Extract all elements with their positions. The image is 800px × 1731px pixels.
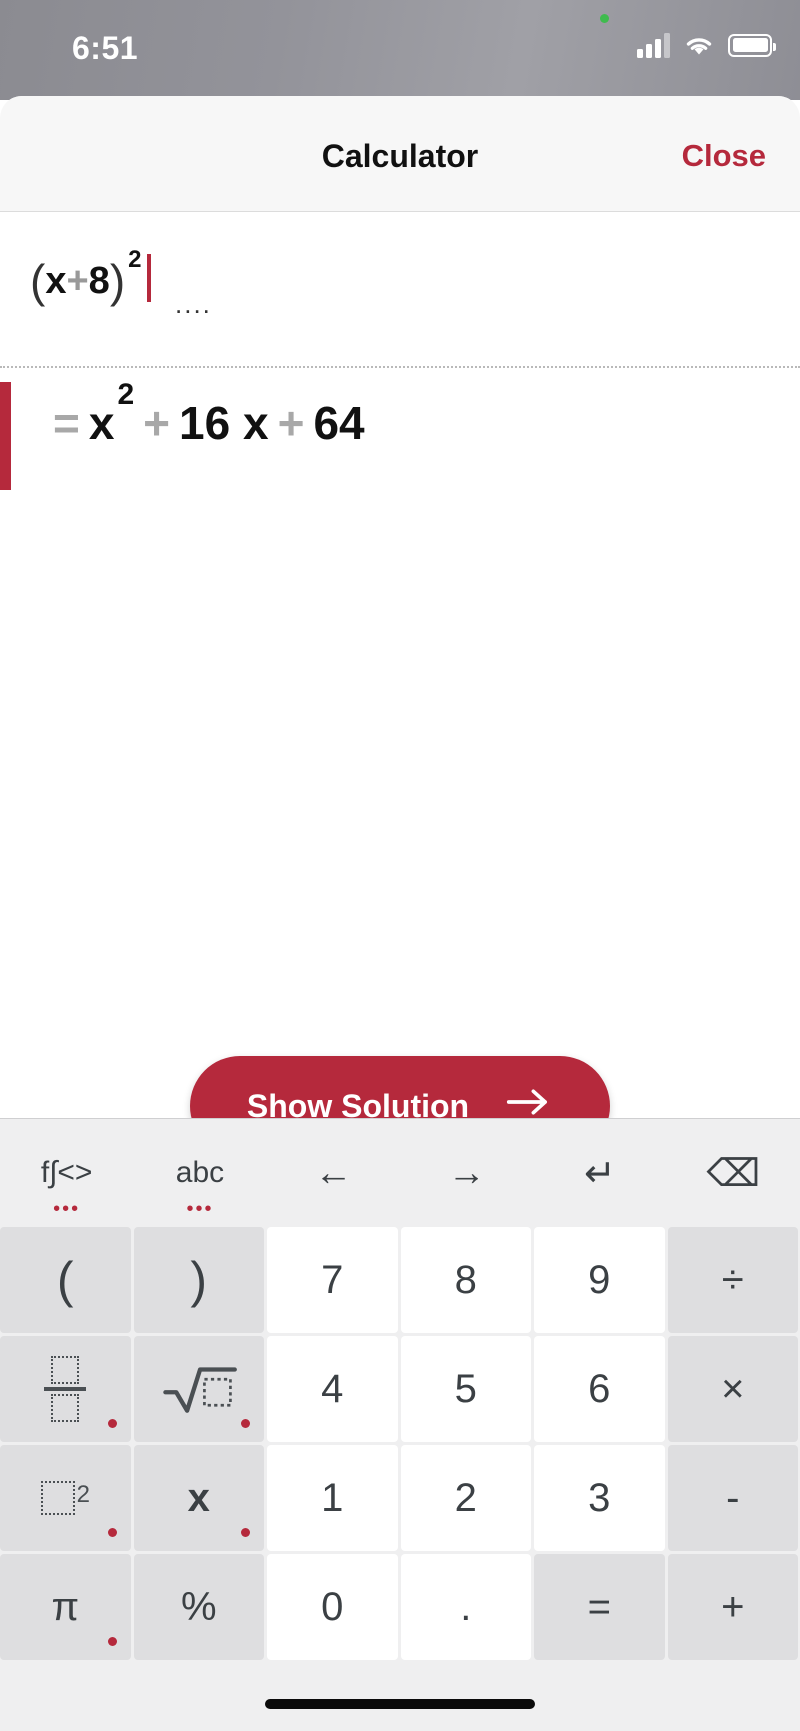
battery-icon xyxy=(728,33,776,57)
key-6-label: 6 xyxy=(588,1366,611,1411)
key-8[interactable]: 8 xyxy=(400,1227,531,1333)
fraction-template-icon xyxy=(44,1356,87,1422)
exponent-glyph: 2 xyxy=(128,246,142,273)
signal-bars-icon xyxy=(637,32,670,58)
status-bar: 6:51 xyxy=(0,0,800,100)
key-5-label: 5 xyxy=(454,1366,477,1411)
key-pi-label: π xyxy=(51,1584,80,1629)
wifi-icon xyxy=(683,32,715,58)
equals-glyph: = xyxy=(53,397,80,449)
functions-tab-label: f∫<> xyxy=(40,1156,93,1189)
calculator-app: 6:51 Calculator Close ( x + 8) 2 .... =… xyxy=(0,0,800,1731)
key-2[interactable]: 2 xyxy=(400,1445,531,1551)
key-minus[interactable]: - xyxy=(667,1445,798,1551)
key-percent[interactable]: % xyxy=(133,1554,264,1660)
keyboard-toolbar: f∫<> ••• abc ••• ← → ↵ ⌫ xyxy=(0,1119,800,1227)
key-sqrt[interactable] xyxy=(133,1336,264,1442)
key-7[interactable]: 7 xyxy=(267,1227,398,1333)
key-9[interactable]: 9 xyxy=(534,1227,665,1333)
enter-key-label: ↵ xyxy=(584,1152,616,1195)
status-icons xyxy=(637,32,776,58)
key-divide-label: ÷ xyxy=(721,1257,744,1302)
key-multiply[interactable]: × xyxy=(667,1336,798,1442)
open-paren-glyph: ( xyxy=(30,255,46,307)
expression-input[interactable]: ( x + 8 ) 2 xyxy=(30,246,151,308)
key-0[interactable]: 0 xyxy=(267,1554,398,1660)
calculator-sheet: Calculator Close ( x + 8 ) 2 .... = x 2 … xyxy=(0,96,800,1731)
abc-tab[interactable]: abc ••• xyxy=(133,1119,266,1227)
status-time: 6:51 xyxy=(72,30,139,66)
result-plus-1: + xyxy=(143,397,171,449)
key-1[interactable]: 1 xyxy=(267,1445,398,1551)
close-button[interactable]: Close xyxy=(682,138,766,174)
key-4[interactable]: 4 xyxy=(267,1336,398,1442)
key-6[interactable]: 6 xyxy=(534,1336,665,1442)
key-fraction[interactable] xyxy=(0,1336,131,1442)
result-exponent: 2 xyxy=(117,378,135,411)
abc-tab-more-dots: ••• xyxy=(186,1198,214,1220)
backspace-key[interactable]: ⌫ xyxy=(667,1119,800,1227)
expression-input-area[interactable]: ( x + 8 ) 2 .... xyxy=(0,212,800,368)
math-keyboard: f∫<> ••• abc ••• ← → ↵ ⌫ () 7 8 9 ÷ 4 5 6 × 2 x 1 2 3 - π% 0. = + xyxy=(0,1118,800,1731)
key-0-label: 0 xyxy=(321,1584,344,1629)
page-title: Calculator xyxy=(321,138,479,174)
key-open-paren-label: ( xyxy=(56,1252,74,1308)
functions-tab-more-dots: ••• xyxy=(53,1198,81,1220)
key-close-paren-label: ) xyxy=(190,1252,208,1308)
key-pi[interactable]: π xyxy=(0,1554,131,1660)
key-multiply-label: × xyxy=(721,1366,745,1411)
result-term-16x: 16 x xyxy=(179,397,269,449)
key-1-label: 1 xyxy=(321,1475,344,1520)
plus-operator-glyph: + xyxy=(66,260,89,302)
result-term-64: 64 xyxy=(313,397,365,449)
number-8-glyph: 8 xyxy=(88,260,110,302)
functions-tab[interactable]: f∫<> ••• xyxy=(0,1119,133,1227)
text-caret xyxy=(146,254,151,302)
result-expression: = x 2 + 16 x + 64 xyxy=(44,378,365,450)
key-3-label: 3 xyxy=(588,1475,611,1520)
key-decimal-label: . xyxy=(460,1584,472,1629)
result-area: = x 2 + 16 x + 64 xyxy=(0,368,800,1028)
key-2-label: 2 xyxy=(454,1475,477,1520)
key-percent-label: % xyxy=(180,1584,217,1629)
cursor-left[interactable]: ← xyxy=(267,1119,400,1227)
key-equals-label: = xyxy=(587,1584,611,1629)
key-decimal[interactable]: . xyxy=(400,1554,531,1660)
enter-key[interactable]: ↵ xyxy=(533,1119,666,1227)
keyboard-grid: () 7 8 9 ÷ 4 5 6 × 2 x 1 2 3 - π% 0. = + xyxy=(0,1227,800,1660)
home-indicator xyxy=(265,1699,535,1709)
key-variable-x-label: x xyxy=(187,1475,210,1520)
key-divide[interactable]: ÷ xyxy=(667,1227,798,1333)
variable-x-glyph: x xyxy=(45,260,67,302)
navigation-bar: Calculator Close xyxy=(0,96,800,212)
key-3[interactable]: 3 xyxy=(534,1445,665,1551)
abc-tab-label: abc xyxy=(175,1156,225,1189)
result-plus-2: + xyxy=(277,397,305,449)
key-open-paren[interactable]: ( xyxy=(0,1227,131,1333)
key-close-paren[interactable]: ) xyxy=(133,1227,264,1333)
key-7-label: 7 xyxy=(321,1257,344,1302)
sqrt-template-icon xyxy=(161,1363,237,1415)
key-equals[interactable]: = xyxy=(534,1554,665,1660)
key-4-label: 4 xyxy=(321,1366,344,1411)
key-power[interactable]: 2 xyxy=(0,1445,131,1551)
result-term-x: x xyxy=(88,397,115,449)
key-8-label: 8 xyxy=(454,1257,477,1302)
key-variable-x[interactable]: x xyxy=(133,1445,264,1551)
key-plus-label: + xyxy=(721,1584,745,1629)
close-paren-glyph: ) xyxy=(109,255,126,307)
key-5[interactable]: 5 xyxy=(400,1336,531,1442)
key-plus[interactable]: + xyxy=(667,1554,798,1660)
cursor-right[interactable]: → xyxy=(400,1119,533,1227)
cursor-right-label: → xyxy=(447,1151,486,1194)
key-minus-label: - xyxy=(726,1475,740,1520)
cursor-left-label: ← xyxy=(314,1151,353,1194)
key-9-label: 9 xyxy=(588,1257,611,1302)
recording-indicator-dot xyxy=(600,14,609,23)
power-template-icon: 2 xyxy=(40,1481,90,1515)
result-accent-bar xyxy=(0,382,11,490)
backspace-key-label: ⌫ xyxy=(706,1152,761,1195)
